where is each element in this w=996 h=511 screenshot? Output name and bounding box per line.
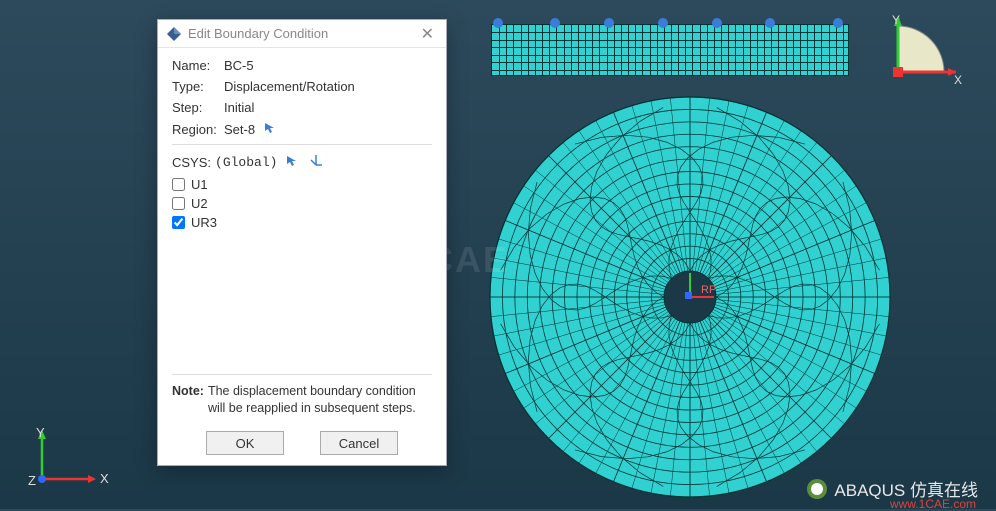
u2-checkbox[interactable] <box>172 197 185 210</box>
cancel-button[interactable]: Cancel <box>320 431 398 455</box>
dof-u2[interactable]: U2 <box>172 196 432 211</box>
global-triad-icon: X Y Z <box>24 427 109 497</box>
view-triad-icon: X Y <box>886 14 964 92</box>
name-label: Name: <box>172 58 224 73</box>
create-csys-icon[interactable] <box>309 153 324 171</box>
note-text: The displacement boundary condition will… <box>208 383 432 417</box>
close-icon[interactable]: ✕ <box>417 24 438 44</box>
u1-checkbox[interactable] <box>172 178 185 191</box>
type-value: Displacement/Rotation <box>224 79 355 94</box>
pick-csys-icon[interactable] <box>285 154 299 171</box>
region-label: Region: <box>172 122 224 137</box>
axis-z-label: Z <box>28 473 36 488</box>
ok-button[interactable]: OK <box>206 431 284 455</box>
step-value: Initial <box>224 100 254 115</box>
disc-mesh: RP <box>489 96 891 498</box>
svg-text:X: X <box>954 73 962 87</box>
axis-x-label: X <box>100 471 109 486</box>
csys-value: (Global) <box>215 155 277 170</box>
u1-label: U1 <box>191 177 208 192</box>
dof-ur3[interactable]: UR3 <box>172 215 432 230</box>
svg-text:RP: RP <box>701 284 716 296</box>
ur3-checkbox[interactable] <box>172 216 185 229</box>
edit-bc-dialog: Edit Boundary Condition ✕ Name: BC-5 Typ… <box>157 19 447 466</box>
dialog-title: Edit Boundary Condition <box>188 26 417 41</box>
dialog-titlebar[interactable]: Edit Boundary Condition ✕ <box>158 20 446 48</box>
u2-label: U2 <box>191 196 208 211</box>
note-label: Note: <box>172 383 204 417</box>
svg-text:Y: Y <box>892 14 900 27</box>
csys-label: CSYS: <box>172 155 211 170</box>
logo-icon <box>806 478 828 500</box>
abaqus-icon <box>166 26 182 42</box>
dof-u1[interactable]: U1 <box>172 177 432 192</box>
step-label: Step: <box>172 100 224 115</box>
ur3-label: UR3 <box>191 215 217 230</box>
pick-region-icon[interactable] <box>263 121 277 138</box>
region-value: Set-8 <box>224 122 255 137</box>
plate-mesh <box>491 24 849 76</box>
type-label: Type: <box>172 79 224 94</box>
axis-y-label: Y <box>36 427 45 440</box>
name-value: BC-5 <box>224 58 254 73</box>
